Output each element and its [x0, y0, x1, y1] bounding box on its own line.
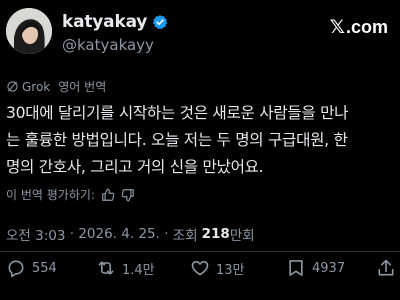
like-count: 13만 [216, 262, 245, 278]
thumbs-down-icon[interactable] [121, 188, 135, 202]
heart-icon [191, 260, 209, 276]
tweet-line: 30대에 달리기를 시작하는 것은 새로운 사람들을 만나 [6, 104, 349, 122]
x-logo-icon: 𝕏 [329, 16, 345, 38]
reply-count: 554 [32, 260, 57, 276]
action-bar: 554 1.4만 13만 4937 [0, 258, 400, 282]
divider [0, 251, 400, 252]
repost-icon [98, 261, 114, 275]
x-brand: 𝕏 .com [330, 16, 388, 38]
share-button[interactable] [376, 258, 400, 278]
translation-label: 영어 번역 [58, 80, 107, 94]
tweet-line: 명의 간호사, 그리고 거의 신을 만났어요. [6, 158, 264, 176]
bookmark-button[interactable]: 4937 [286, 258, 345, 278]
reply-button[interactable]: 554 [6, 258, 57, 278]
reply-icon [8, 260, 24, 278]
rate-translation-label: 이 번역 평가하기: [6, 188, 95, 202]
thumbs-up-icon[interactable] [101, 188, 115, 202]
tweet-meta: 오전 3:03 · 2026. 4. 25. · 조회 218 만회 [6, 224, 255, 244]
repost-button[interactable]: 1.4만 [96, 258, 155, 278]
like-button[interactable]: 13만 [190, 258, 245, 278]
brand-text: .com [345, 16, 388, 37]
repost-count: 1.4만 [122, 262, 155, 278]
share-icon [378, 259, 394, 276]
author-handle[interactable]: @katyakayy [62, 36, 154, 54]
grok-icon [7, 81, 18, 92]
tweet-date[interactable]: 2026. 4. 25. [78, 226, 160, 242]
translation-info: Grok 영어 번역 [6, 78, 106, 95]
rate-translation: 이 번역 평가하기: [6, 186, 135, 203]
views-count: 218 [201, 226, 230, 242]
bookmark-icon [289, 260, 303, 276]
tweet-time[interactable]: 오전 3:03 [6, 224, 65, 244]
views-label: 조회 [172, 228, 198, 244]
display-name[interactable]: katyakay [62, 12, 147, 32]
tweet-text: 30대에 달리기를 시작하는 것은 새로운 사람들을 만나 는 훌륭한 방법입니… [6, 100, 396, 181]
verified-badge-icon [153, 15, 168, 30]
avatar[interactable] [6, 8, 52, 54]
bookmark-count: 4937 [312, 260, 346, 276]
tweet-line: 는 훌륭한 방법입니다. 오늘 저는 두 명의 구급대원, 한 [6, 131, 348, 149]
views-unit: 만회 [229, 228, 255, 244]
translation-provider: Grok [22, 79, 51, 94]
